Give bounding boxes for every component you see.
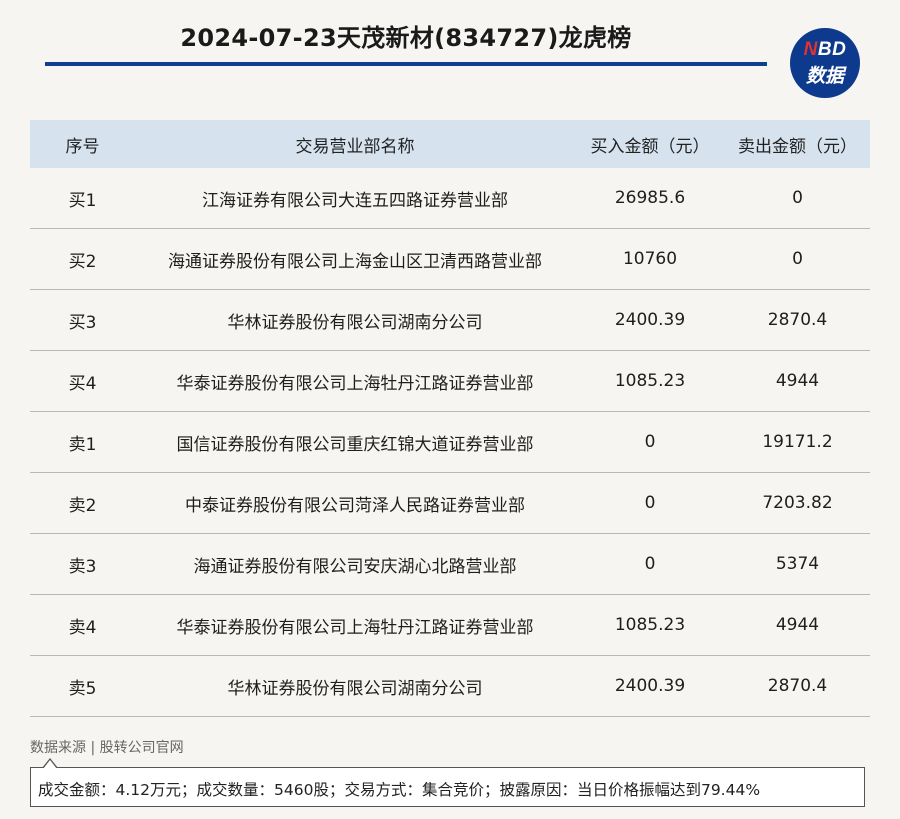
sell-cell: 4944 xyxy=(725,350,870,412)
column-header-buy: 买入金额（元） xyxy=(575,120,725,168)
callout-pointer xyxy=(42,758,58,769)
buy-cell: 0 xyxy=(575,533,725,595)
seq-cell: 卖5 xyxy=(30,655,135,717)
sell-cell: 19171.2 xyxy=(725,411,870,473)
seq-cell: 卖1 xyxy=(30,411,135,473)
data-source: 数据来源 | 股转公司官网 xyxy=(30,740,184,756)
sell-cell: 4944 xyxy=(725,594,870,656)
buy-cell: 0 xyxy=(575,472,725,534)
title-underline xyxy=(45,62,767,66)
seq-cell: 卖4 xyxy=(30,594,135,656)
sell-cell: 2870.4 xyxy=(725,655,870,717)
seq-cell: 买2 xyxy=(30,228,135,290)
table-row: 买2 海通证券股份有限公司上海金山区卫清西路营业部 10760 0 xyxy=(30,228,870,290)
dragon-tiger-table: 序号 交易营业部名称 买入金额（元） 卖出金额（元） 买1 江海证券有限公司大连… xyxy=(30,120,870,717)
trade-summary-box: 成交金额：4.12万元；成交数量：5460股；交易方式：集合竞价；披露原因：当日… xyxy=(30,758,865,807)
column-header-seq: 序号 xyxy=(30,120,135,168)
trade-summary-text: 成交金额：4.12万元；成交数量：5460股；交易方式：集合竞价；披露原因：当日… xyxy=(38,781,761,799)
table-row: 卖4 华泰证券股份有限公司上海牡丹江路证券营业部 1085.23 4944 xyxy=(30,594,870,656)
buy-cell: 0 xyxy=(575,411,725,473)
seq-cell: 买4 xyxy=(30,350,135,412)
buy-cell: 2400.39 xyxy=(575,655,725,717)
seq-cell: 买1 xyxy=(30,168,135,229)
table-header-row: 序号 交易营业部名称 买入金额（元） 卖出金额（元） xyxy=(30,120,870,168)
logo-line2: 数据 xyxy=(805,65,844,87)
buy-cell: 1085.23 xyxy=(575,594,725,656)
branch-cell: 中泰证券股份有限公司菏泽人民路证券营业部 xyxy=(135,472,575,534)
branch-cell: 国信证券股份有限公司重庆红锦大道证券营业部 xyxy=(135,411,575,473)
branch-cell: 海通证券股份有限公司安庆湖心北路营业部 xyxy=(135,533,575,595)
sell-cell: 5374 xyxy=(725,533,870,595)
logo-letter-n: N xyxy=(803,39,818,60)
table-row: 买4 华泰证券股份有限公司上海牡丹江路证券营业部 1085.23 4944 xyxy=(30,350,870,412)
branch-cell: 江海证券有限公司大连五四路证券营业部 xyxy=(135,168,575,229)
table-row: 买3 华林证券股份有限公司湖南分公司 2400.39 2870.4 xyxy=(30,289,870,351)
branch-cell: 华泰证券股份有限公司上海牡丹江路证券营业部 xyxy=(135,594,575,656)
branch-cell: 海通证券股份有限公司上海金山区卫清西路营业部 xyxy=(135,228,575,290)
branch-cell: 华泰证券股份有限公司上海牡丹江路证券营业部 xyxy=(135,350,575,412)
table-row: 卖1 国信证券股份有限公司重庆红锦大道证券营业部 0 19171.2 xyxy=(30,411,870,473)
seq-cell: 买3 xyxy=(30,289,135,351)
column-header-branch: 交易营业部名称 xyxy=(135,120,575,168)
sell-cell: 2870.4 xyxy=(725,289,870,351)
column-header-sell: 卖出金额（元） xyxy=(725,120,870,168)
logo-line1: NBD xyxy=(790,39,860,61)
branch-cell: 华林证券股份有限公司湖南分公司 xyxy=(135,655,575,717)
table-row: 卖3 海通证券股份有限公司安庆湖心北路营业部 0 5374 xyxy=(30,533,870,595)
table-row: 卖2 中泰证券股份有限公司菏泽人民路证券营业部 0 7203.82 xyxy=(30,472,870,534)
table-row: 买1 江海证券有限公司大连五四路证券营业部 26985.6 0 xyxy=(30,168,870,229)
buy-cell: 26985.6 xyxy=(575,168,725,229)
table-row: 卖5 华林证券股份有限公司湖南分公司 2400.39 2870.4 xyxy=(30,655,870,717)
sell-cell: 7203.82 xyxy=(725,472,870,534)
sell-cell: 0 xyxy=(725,228,870,290)
buy-cell: 1085.23 xyxy=(575,350,725,412)
buy-cell: 10760 xyxy=(575,228,725,290)
seq-cell: 卖2 xyxy=(30,472,135,534)
nbd-logo: NBD 数据 xyxy=(790,28,860,98)
logo-letters-bd: BD xyxy=(817,39,847,60)
branch-cell: 华林证券股份有限公司湖南分公司 xyxy=(135,289,575,351)
buy-cell: 2400.39 xyxy=(575,289,725,351)
sell-cell: 0 xyxy=(725,168,870,229)
page-title: 2024-07-23天茂新材(834727)龙虎榜 xyxy=(180,24,632,52)
seq-cell: 卖3 xyxy=(30,533,135,595)
